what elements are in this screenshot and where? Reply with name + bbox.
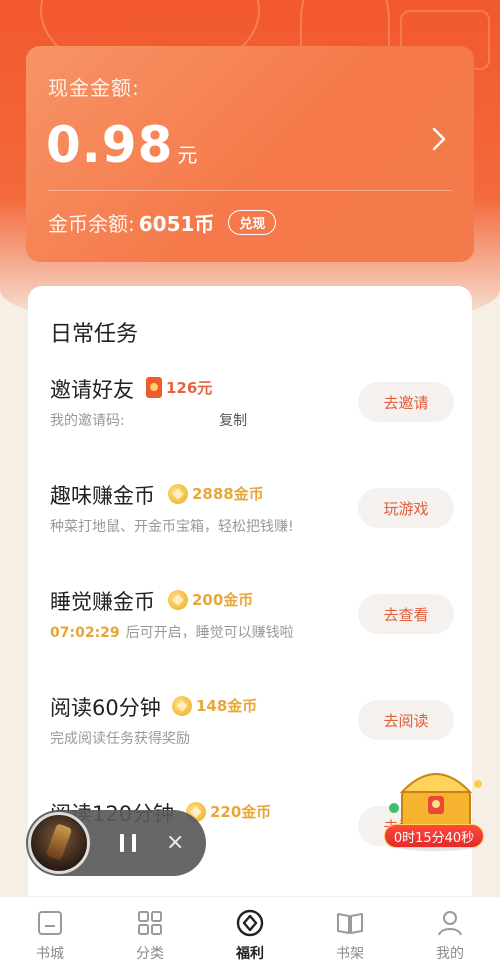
view-button[interactable]: 去查看 — [358, 594, 454, 634]
pause-icon[interactable] — [120, 834, 136, 852]
invite-button[interactable]: 去邀请 — [358, 382, 454, 422]
divider — [48, 190, 452, 191]
cash-amount-unit: 元 — [177, 143, 198, 167]
copy-code-button[interactable]: 复制 — [219, 413, 247, 429]
task-reward-value: 220金币 — [210, 803, 272, 821]
exchange-button[interactable]: 兑现 — [228, 210, 277, 235]
nav-label: 福利 — [236, 946, 264, 962]
task-invite-friends: 邀请好友 126元 我的邀请码: 复制 去邀请 — [50, 374, 454, 454]
task-desc: 完成阅读任务获得奖励 — [50, 731, 190, 747]
chest-timer: 0时15分40秒 — [384, 824, 484, 848]
coin-balance-value: 6051币 — [138, 212, 215, 236]
coin-icon — [172, 695, 192, 716]
nav-label: 书架 — [336, 946, 364, 962]
task-sleep-earn-coins: 睡觉赚金币 200金币 07:02:29 后可开启，睡觉可以赚钱啦 去查看 — [50, 586, 454, 666]
nav-item-bookstore[interactable]: 书城 — [10, 907, 90, 963]
task-fun-earn-coins: 趣味赚金币 2888金币 种菜打地鼠、开金币宝箱，轻松把钱赚! 玩游戏 — [50, 480, 454, 560]
task-reward: 200金币 — [168, 589, 253, 610]
category-grid-icon — [138, 911, 162, 935]
bookstore-icon — [38, 911, 62, 935]
task-desc: 我的邀请码: 复制 — [50, 410, 247, 430]
section-title: 日常任务 — [50, 322, 139, 347]
coin-icon — [168, 589, 188, 610]
countdown-timer: 07:02:29 — [50, 625, 120, 641]
bookshelf-icon — [337, 913, 363, 934]
task-reward: 148金币 — [172, 695, 257, 716]
task-desc: 种菜打地鼠、开金币宝箱，轻松把钱赚! — [50, 519, 294, 535]
task-reward: 126元 — [146, 377, 212, 398]
chevron-right-icon[interactable] — [426, 126, 452, 152]
bottom-navigation: 书城 分类 福利 书架 我的 — [0, 896, 500, 978]
task-reward-value: 126元 — [166, 379, 213, 397]
task-desc-text: 后可开启，睡觉可以赚钱啦 — [125, 625, 294, 641]
coin-balance-label: 金币余额: — [48, 212, 135, 236]
task-name: 睡觉赚金币 — [50, 590, 155, 614]
play-game-button[interactable]: 玩游戏 — [358, 488, 454, 528]
welfare-icon — [236, 909, 264, 937]
nav-label: 分类 — [136, 946, 164, 962]
nav-label: 我的 — [436, 946, 464, 962]
task-reward: 2888金币 — [168, 483, 264, 504]
cash-label: 现金金额: — [48, 76, 140, 100]
invite-code-label: 我的邀请码: — [50, 413, 125, 429]
book-cover-thumbnail[interactable] — [28, 812, 90, 874]
task-desc: 07:02:29 后可开启，睡觉可以赚钱啦 — [50, 622, 294, 642]
coin-balance-row: 金币余额: 6051币 兑现 — [48, 208, 277, 237]
task-reward-value: 2888金币 — [192, 485, 264, 503]
nav-item-category[interactable]: 分类 — [110, 907, 190, 963]
nav-item-welfare[interactable]: 福利 — [210, 907, 290, 963]
read-button[interactable]: 去阅读 — [358, 700, 454, 740]
nav-item-profile[interactable]: 我的 — [410, 907, 490, 963]
nav-label: 书城 — [36, 946, 64, 962]
task-reward-value: 200金币 — [192, 591, 254, 609]
coin-icon — [168, 483, 188, 504]
cash-balance-card[interactable]: 现金金额: 0.98 元 金币余额: 6051币 兑现 — [26, 46, 474, 262]
task-reward: 220金币 — [186, 801, 271, 822]
cash-amount: 0.98 元 — [46, 116, 197, 174]
task-reward-value: 148金币 — [196, 697, 258, 715]
close-icon[interactable]: × — [166, 832, 184, 854]
task-name: 趣味赚金币 — [50, 484, 155, 508]
task-name: 阅读60分钟 — [50, 696, 161, 720]
nav-item-bookshelf[interactable]: 书架 — [310, 907, 390, 963]
red-packet-icon — [146, 377, 162, 398]
task-name: 邀请好友 — [50, 378, 134, 402]
profile-icon — [438, 911, 462, 936]
cash-amount-value: 0.98 — [46, 116, 174, 174]
mini-audio-player[interactable]: × — [26, 810, 206, 876]
